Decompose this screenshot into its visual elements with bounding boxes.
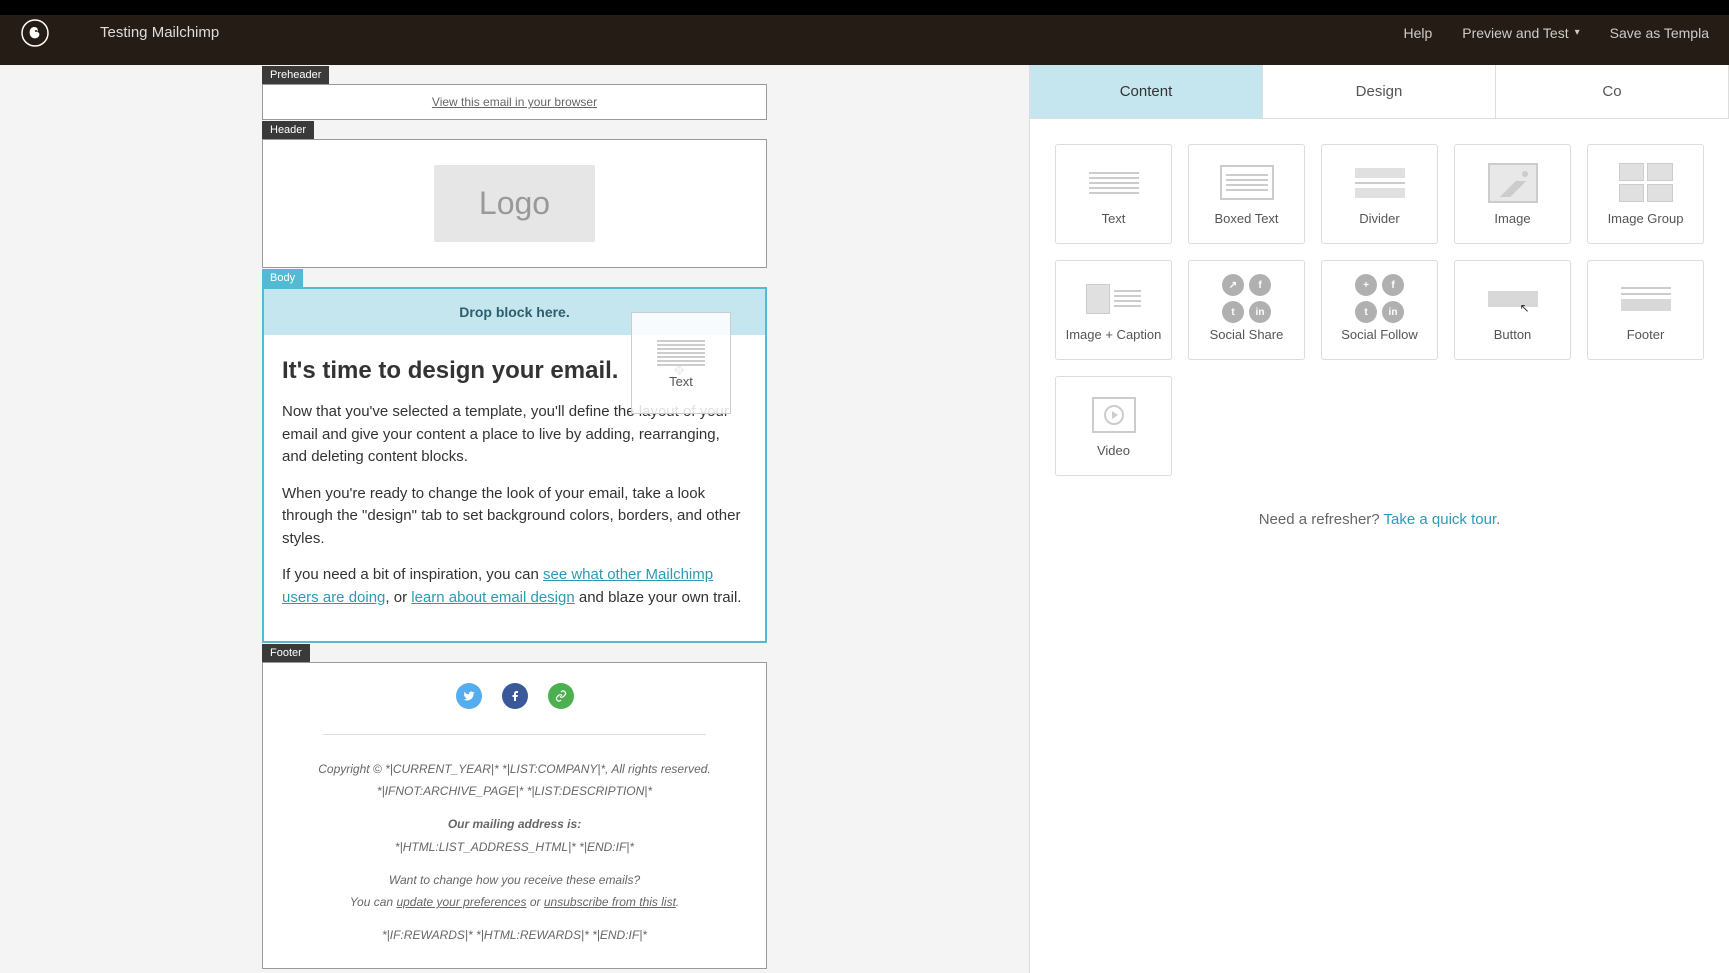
social-follow-row — [293, 683, 736, 709]
drag-handle-icon[interactable]: ✥ — [673, 360, 685, 381]
preview-test-dropdown[interactable]: Preview and Test — [1462, 25, 1579, 41]
block-label: Image — [1494, 211, 1530, 226]
save-as-template-button[interactable]: Save as Templa — [1610, 25, 1709, 41]
block-label: Social Share — [1210, 327, 1284, 342]
footer-block[interactable]: Copyright © *|CURRENT_YEAR|* *|LIST:COMP… — [262, 662, 767, 969]
quick-tour-link[interactable]: Take a quick tour — [1384, 511, 1497, 528]
link-icon[interactable] — [548, 683, 574, 709]
email-canvas-pane: Preheader View this email in your browse… — [0, 65, 1029, 973]
preview-test-label: Preview and Test — [1462, 25, 1568, 41]
tab-design[interactable]: Design — [1263, 65, 1496, 118]
mailchimp-logo-icon[interactable] — [20, 18, 50, 48]
panel-tabs: Content Design Co — [1030, 65, 1729, 119]
block-image-caption[interactable]: Image + Caption — [1055, 260, 1172, 360]
block-boxed-text[interactable]: Boxed Text — [1188, 144, 1305, 244]
view-in-browser-link[interactable]: View this email in your browser — [432, 95, 597, 109]
block-label: Button — [1494, 327, 1532, 342]
block-label: Boxed Text — [1214, 211, 1278, 226]
campaign-name[interactable]: Testing Mailchimp — [100, 24, 219, 41]
top-bar: Testing Mailchimp Help Preview and Test … — [0, 0, 1729, 65]
block-text[interactable]: Text — [1055, 144, 1172, 244]
twitter-icon[interactable] — [456, 683, 482, 709]
preheader-section-label: Preheader — [262, 66, 329, 84]
block-social-share[interactable]: ↗ftin Social Share — [1188, 260, 1305, 360]
topbar-black-strip — [0, 0, 1729, 15]
update-preferences-link[interactable]: update your preferences — [396, 895, 526, 909]
drop-zone[interactable]: Drop block here. — [264, 289, 765, 335]
refresher-text: Need a refresher? Take a quick tour. — [1055, 511, 1704, 528]
block-social-follow[interactable]: +ftin Social Follow — [1321, 260, 1438, 360]
body-block[interactable]: Drop block here. ✥ It's time to design y… — [262, 287, 767, 643]
block-label: Video — [1097, 443, 1130, 458]
block-label: Image Group — [1608, 211, 1684, 226]
footer-text: Copyright © *|CURRENT_YEAR|* *|LIST:COMP… — [293, 760, 736, 945]
block-image[interactable]: Image — [1454, 144, 1571, 244]
block-divider[interactable]: Divider — [1321, 144, 1438, 244]
block-label: Social Follow — [1341, 327, 1418, 342]
block-label: Footer — [1627, 327, 1665, 342]
body-paragraph-2: When you're ready to change the look of … — [282, 483, 747, 551]
cursor-icon: ↖ — [1519, 301, 1529, 315]
preheader-block[interactable]: View this email in your browser — [262, 84, 767, 120]
body-paragraph-3: If you need a bit of inspiration, you ca… — [282, 564, 747, 609]
tab-content[interactable]: Content — [1030, 65, 1263, 118]
logo-placeholder[interactable]: Logo — [434, 165, 595, 242]
inspiration-link-2[interactable]: learn about email design — [411, 589, 574, 606]
tab-comments[interactable]: Co — [1496, 65, 1729, 118]
editor-side-panel: Content Design Co Text Boxed Text Di — [1029, 65, 1729, 973]
block-button[interactable]: ↖ Button — [1454, 260, 1571, 360]
freddie-icon — [21, 19, 49, 47]
facebook-icon[interactable] — [502, 683, 528, 709]
body-paragraph-1: Now that you've selected a template, you… — [282, 401, 747, 469]
block-image-group[interactable]: Image Group — [1587, 144, 1704, 244]
block-video[interactable]: Video — [1055, 376, 1172, 476]
block-label: Text — [1102, 211, 1126, 226]
help-link[interactable]: Help — [1403, 25, 1432, 41]
content-blocks-grid: Text Boxed Text Divider Image — [1055, 144, 1704, 476]
footer-section-label: Footer — [262, 644, 310, 662]
body-text-block[interactable]: ✥ It's time to design your email. Now th… — [264, 335, 765, 641]
block-label: Image + Caption — [1066, 327, 1162, 342]
footer-divider — [323, 734, 706, 735]
header-block[interactable]: Logo — [262, 139, 767, 268]
header-section-label: Header — [262, 121, 314, 139]
unsubscribe-link[interactable]: unsubscribe from this list — [544, 895, 676, 909]
block-label: Divider — [1359, 211, 1399, 226]
body-section-label: Body — [262, 269, 303, 287]
block-footer[interactable]: Footer — [1587, 260, 1704, 360]
